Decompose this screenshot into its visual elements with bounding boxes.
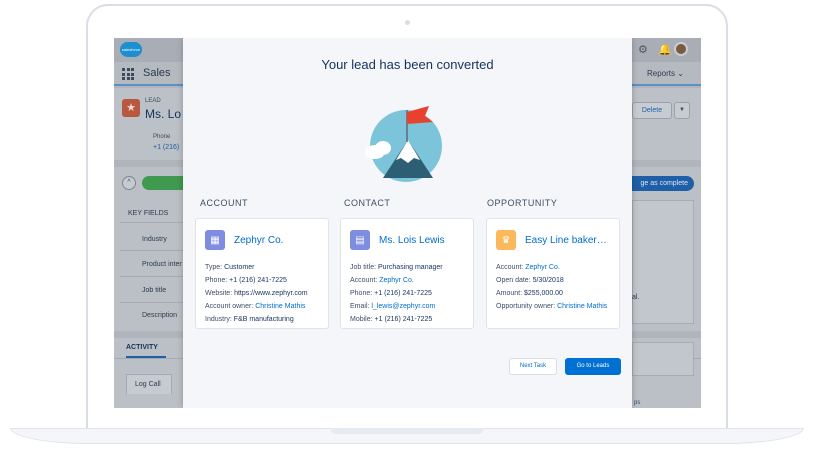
key-field-label: Product inter (142, 261, 182, 268)
opportunity-field-amount: Amount: $255,000.00 (496, 290, 563, 297)
building-icon: ▦ (205, 230, 225, 250)
opportunity-owner-link[interactable]: Christine Mathis (557, 303, 607, 310)
side-panel (632, 200, 694, 324)
account-field-type: Type: Customer (205, 264, 255, 271)
delete-button[interactable]: Delete (632, 102, 672, 119)
account-field-phone: Phone: +1 (216) 241-7225 (205, 277, 287, 284)
account-name-link[interactable]: Zephyr Co. (234, 235, 283, 246)
key-field-label: Job title (142, 287, 167, 294)
contact-name-link[interactable]: Ms. Lois Lewis (379, 235, 445, 246)
contact-field-mobile: Mobile: +1 (216) 241-7225 (350, 316, 433, 323)
camera-dot (405, 20, 410, 25)
star-icon: ★ (122, 99, 140, 117)
chevron-up-icon[interactable]: ^ (122, 176, 136, 190)
side-panel-text: al. (632, 294, 640, 301)
actions-dropdown-button[interactable]: ▼ (674, 102, 690, 119)
key-field-label: Description (142, 312, 178, 319)
app-name: Sales (143, 67, 171, 79)
phone-value[interactable]: +1 (216) (153, 144, 179, 151)
salesforce-logo[interactable]: salesforce (120, 42, 142, 57)
account-field-owner: Account owner: Christine Mathis (205, 303, 306, 310)
section-label-account: ACCOUNT (200, 198, 248, 208)
account-field-industry: Industry: F&B manufacturing (205, 316, 294, 323)
opportunity-field-owner: Opportunity owner: Christine Mathis (496, 303, 608, 310)
contact-account-link[interactable]: Zephyr Co. (379, 277, 414, 284)
account-owner-link[interactable]: Christine Mathis (255, 303, 305, 310)
contact-email-link[interactable]: l_lewis@zephyr.com (371, 303, 435, 310)
divider (120, 302, 184, 303)
contact-field-phone: Phone: +1 (216) 241-7225 (350, 290, 432, 297)
contact-card: ▤ Ms. Lois Lewis Job title: Purchasing m… (340, 218, 474, 329)
lead-converted-modal: Your lead has been converted ACCOUNT ▦ Z… (183, 38, 632, 408)
gear-icon[interactable]: ⚙ (638, 43, 648, 56)
contact-card-icon: ▤ (350, 230, 370, 250)
next-task-button[interactable]: Next Task (509, 358, 557, 375)
record-object-label: LEAD (145, 98, 161, 104)
opportunity-card: ♛ Easy Line bakery for... Account: Zephy… (486, 218, 620, 329)
flag-mountain-illustration (365, 106, 442, 182)
phone-label: Phone (153, 134, 171, 140)
section-label-opportunity: OPPORTUNITY (487, 198, 558, 208)
path-stage-complete[interactable] (142, 176, 186, 190)
tab-log-call[interactable]: Log Call (126, 374, 172, 394)
crown-icon: ♛ (496, 230, 516, 250)
section-label-contact: CONTACT (344, 198, 391, 208)
side-panel-lower (632, 342, 694, 376)
account-field-website: Website: https://www.zephyr.com (205, 290, 308, 297)
laptop-base-notch (330, 428, 484, 434)
account-card: ▦ Zephyr Co. Type: Customer Phone: +1 (2… (195, 218, 329, 329)
side-panel-lower-text: ps (634, 400, 641, 406)
opportunity-field-open-date: Open date: 5/30/2018 (496, 277, 564, 284)
go-to-leads-button[interactable]: Go to Leads (565, 358, 621, 375)
bell-icon[interactable]: 🔔 (658, 43, 672, 56)
opportunity-account-link[interactable]: Zephyr Co. (525, 264, 560, 271)
contact-field-account: Account: Zephyr Co. (350, 277, 414, 284)
avatar[interactable] (674, 42, 688, 56)
contact-field-email: Email: l_lewis@zephyr.com (350, 303, 436, 310)
opportunity-field-account: Account: Zephyr Co. (496, 264, 560, 271)
opportunity-name-link[interactable]: Easy Line bakery for... (525, 235, 610, 246)
app-launcher-icon[interactable] (122, 68, 134, 80)
record-name: Ms. Lo (145, 107, 182, 121)
screen: salesforce ⚙ 🔔 Sales Reports ⌄ ★ LEAD Ms… (114, 38, 701, 408)
chevron-down-icon: ⌄ (677, 69, 684, 78)
divider (120, 222, 184, 223)
key-fields-title: KEY FIELDS (128, 210, 169, 217)
key-field-label: Industry (142, 236, 167, 243)
divider (120, 276, 184, 277)
nav-tab-reports[interactable]: Reports ⌄ (647, 69, 684, 78)
modal-title: Your lead has been converted (321, 57, 494, 72)
tab-activity[interactable]: ACTIVITY (126, 344, 158, 351)
contact-field-job-title: Job title: Purchasing manager (350, 264, 443, 271)
divider (120, 250, 184, 251)
